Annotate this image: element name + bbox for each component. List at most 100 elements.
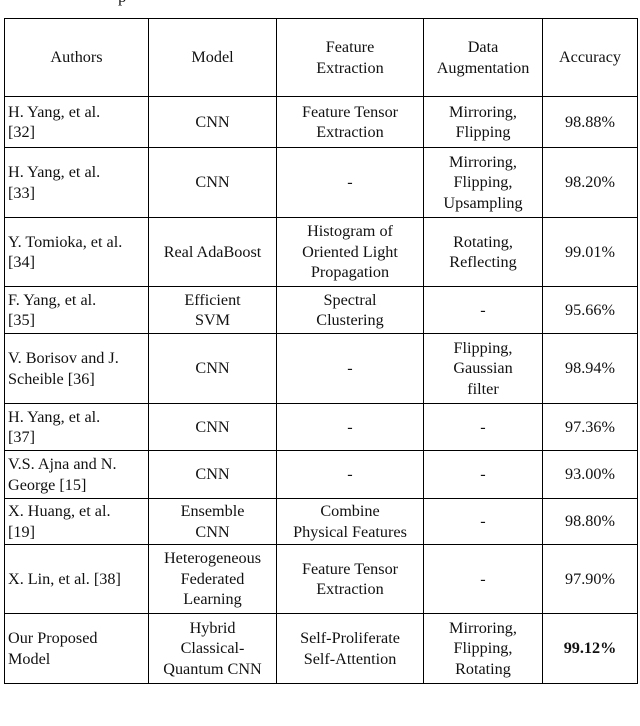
cell-data-augmentation: Flipping, Gaussian filter	[423, 333, 543, 404]
feature-line1: Self-Proliferate	[300, 629, 400, 648]
table-row: H. Yang, et al. [37] CNN - - 97.36%	[4, 403, 638, 451]
cell-feature-extraction: -	[276, 403, 424, 451]
cell-accuracy: 97.90%	[542, 544, 638, 614]
cell-authors: X. Lin, et al. [38]	[4, 544, 149, 614]
table-row-proposed: Our Proposed Model Hybrid Classical- Qua…	[4, 613, 638, 684]
authors-line2: Model	[8, 649, 51, 668]
accuracy-value: 97.36%	[565, 417, 615, 436]
model-line1: CNN	[195, 417, 230, 436]
aug-line3: Upsampling	[443, 193, 523, 212]
table-row: H. Yang, et al. [32] CNN Feature Tensor …	[4, 96, 638, 148]
column-header-authors-label: Authors	[50, 48, 103, 67]
cell-model: Efficient SVM	[148, 286, 277, 334]
cell-accuracy: 95.66%	[542, 286, 638, 334]
authors-line1: Y. Tomioka, et al.	[8, 232, 123, 251]
column-header-feature-extraction: Feature Extraction	[276, 18, 424, 97]
accuracy-value: 99.12%	[563, 639, 617, 658]
cell-model: Real AdaBoost	[148, 217, 277, 287]
feature-line2: Self-Attention	[303, 649, 397, 668]
cell-authors: H. Yang, et al. [37]	[4, 403, 149, 451]
cell-accuracy: 97.36%	[542, 403, 638, 451]
accuracy-value: 98.94%	[565, 359, 615, 378]
authors-line1: X. Huang, et al.	[8, 502, 111, 521]
cell-authors: V. Borisov and J. Scheible [36]	[4, 333, 149, 404]
cell-accuracy: 98.80%	[542, 498, 638, 545]
authors-line1: H. Yang, et al.	[8, 163, 101, 182]
table-row: Y. Tomioka, et al. [34] Real AdaBoost Hi…	[4, 217, 638, 287]
cell-data-augmentation: Mirroring, Flipping	[423, 96, 543, 148]
accuracy-value: 98.20%	[565, 173, 615, 192]
table-header-row: Authors Model Feature Extraction Data Au…	[4, 18, 638, 97]
authors-line1: V.S. Ajna and N.	[8, 455, 117, 474]
aug-line3: Rotating	[455, 659, 511, 678]
feature-line1: -	[347, 417, 353, 436]
column-header-accuracy: Accuracy	[542, 18, 638, 97]
authors-line1: H. Yang, et al.	[8, 102, 101, 121]
accuracy-value: 99.01%	[565, 242, 615, 261]
authors-line2: Scheible [36]	[8, 369, 95, 388]
model-line1: Heterogeneous	[163, 549, 262, 568]
model-line2: SVM	[194, 311, 231, 329]
accuracy-value: 93.00%	[565, 465, 615, 484]
cell-model: CNN	[148, 147, 277, 218]
model-line2: Federated	[180, 569, 245, 588]
page-root: p Authors Model Feature	[0, 0, 640, 726]
cell-feature-extraction: -	[276, 147, 424, 218]
cell-model: Hybrid Classical- Quantum CNN	[148, 613, 277, 684]
authors-line2: [35]	[8, 311, 35, 329]
aug-line3: filter	[467, 379, 499, 398]
cell-feature-extraction: -	[276, 333, 424, 404]
aug-line1: Flipping,	[453, 338, 513, 357]
cell-feature-extraction: Spectral Clustering	[276, 286, 424, 334]
table-row: V.S. Ajna and N. George [15] CNN - - 93.…	[4, 450, 638, 499]
authors-line2: [33]	[8, 183, 35, 202]
aug-line1: Mirroring,	[449, 618, 517, 637]
aug-line1: -	[480, 465, 486, 484]
accuracy-value: 98.80%	[565, 512, 615, 531]
clipped-caption-fragment: p	[118, 0, 178, 8]
feature-line1: Histogram of	[307, 222, 393, 241]
aug-line2: Flipping,	[453, 173, 513, 192]
model-line1: Real AdaBoost	[163, 242, 262, 261]
aug-line1: -	[480, 512, 486, 531]
feature-line1: Feature Tensor	[301, 102, 399, 121]
column-header-feature-extraction-line2: Extraction	[316, 58, 384, 77]
model-line1: Efficient	[184, 290, 241, 309]
aug-line1: -	[480, 300, 486, 319]
feature-line2: Physical Features	[293, 522, 407, 541]
column-header-feature-extraction-line1: Feature	[325, 38, 375, 57]
authors-line2: [37]	[8, 428, 35, 446]
cell-authors: X. Huang, et al. [19]	[4, 498, 149, 545]
comparison-table-container: Authors Model Feature Extraction Data Au…	[4, 18, 638, 684]
authors-line1: F. Yang, et al.	[8, 290, 97, 309]
authors-line2: George [15]	[8, 475, 87, 494]
cell-data-augmentation: Rotating, Reflecting	[423, 217, 543, 287]
cell-data-augmentation: Mirroring, Flipping, Rotating	[423, 613, 543, 684]
aug-line2: Flipping,	[453, 639, 513, 658]
accuracy-value: 97.90%	[565, 569, 615, 588]
model-line1: Hybrid	[189, 618, 236, 637]
cell-data-augmentation: -	[423, 403, 543, 451]
cell-feature-extraction: Feature Tensor Extraction	[276, 96, 424, 148]
table-row: F. Yang, et al. [35] Efficient SVM Spect…	[4, 286, 638, 334]
column-header-data-augmentation: Data Augmentation	[423, 18, 543, 97]
cell-data-augmentation: Mirroring, Flipping, Upsampling	[423, 147, 543, 218]
model-line3: Learning	[183, 590, 242, 609]
cell-authors: H. Yang, et al. [33]	[4, 147, 149, 218]
cell-authors: H. Yang, et al. [32]	[4, 96, 149, 148]
table-row: X. Lin, et al. [38] Heterogeneous Federa…	[4, 544, 638, 614]
authors-line1: H. Yang, et al.	[8, 407, 101, 426]
model-line1: Ensemble	[180, 502, 245, 521]
feature-line1: -	[347, 465, 353, 484]
column-header-accuracy-label: Accuracy	[558, 48, 621, 67]
cell-model: Ensemble CNN	[148, 498, 277, 545]
table-row: V. Borisov and J. Scheible [36] CNN - Fl…	[4, 333, 638, 404]
aug-line1: -	[480, 417, 486, 436]
model-line1: CNN	[195, 112, 230, 131]
cell-feature-extraction: Combine Physical Features	[276, 498, 424, 545]
column-header-data-augmentation-line2: Augmentation	[436, 58, 530, 77]
cell-feature-extraction: -	[276, 450, 424, 499]
aug-line1: Mirroring,	[449, 152, 517, 171]
cell-data-augmentation: -	[423, 544, 543, 614]
feature-line2: Extraction	[316, 580, 384, 598]
